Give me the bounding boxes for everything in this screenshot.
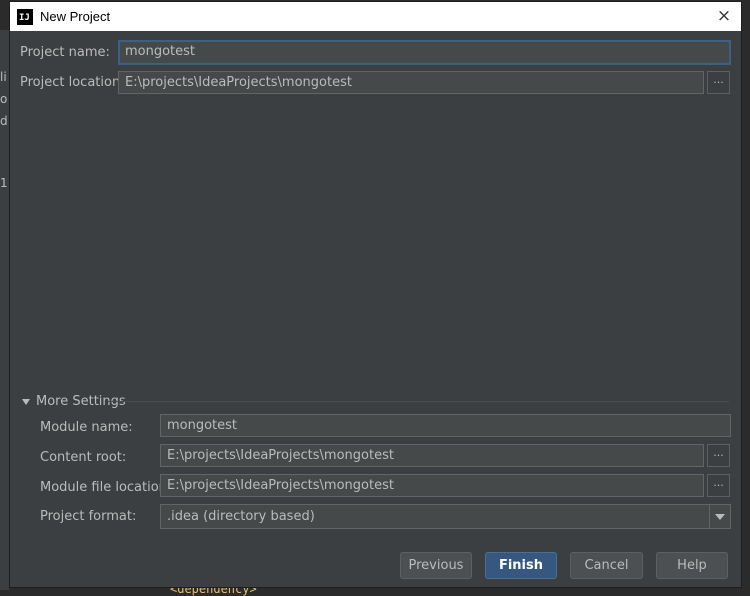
background-text: li [0,70,7,84]
background-ide-gutter: li o d 1 [0,30,9,590]
section-divider [108,401,729,402]
background-text: 1 [0,176,8,190]
project-format-select[interactable]: .idea (directory based) [160,504,731,529]
window-title: New Project [40,9,111,24]
new-project-dialog: IJ New Project × Project name: mongotest… [9,1,742,588]
title-bar: IJ New Project × [10,2,741,31]
project-format-value: .idea (directory based) [167,509,315,524]
content-root-input[interactable]: E:\projects\IdeaProjects\mongotest [160,444,704,467]
module-file-location-browse-button[interactable]: ... [707,474,730,497]
module-file-location-input[interactable]: E:\projects\IdeaProjects\mongotest [160,474,704,497]
collapse-triangle-icon [22,398,30,405]
module-file-location-label: Module file location: [40,480,172,495]
cancel-button[interactable]: Cancel [570,552,643,579]
dropdown-arrow-icon[interactable] [709,505,730,528]
module-name-label: Module name: [40,420,133,435]
background-text: o [0,92,8,106]
previous-button[interactable]: Previous [400,552,472,579]
module-name-input[interactable]: mongotest [160,414,731,437]
help-button[interactable]: Help [656,552,728,579]
project-name-label: Project name: [20,45,110,60]
finish-button[interactable]: Finish [485,552,557,579]
intellij-logo-icon: IJ [17,8,33,25]
project-format-label: Project format: [40,509,137,524]
project-location-browse-button[interactable]: ... [707,71,730,94]
project-location-input[interactable]: E:\projects\IdeaProjects\mongotest [118,71,704,94]
project-location-label: Project location: [20,75,125,90]
content-root-browse-button[interactable]: ... [707,444,730,467]
close-icon[interactable]: × [715,7,733,25]
content-root-label: Content root: [40,450,127,465]
background-text: d [0,114,8,128]
project-name-input[interactable]: mongotest [118,40,731,65]
